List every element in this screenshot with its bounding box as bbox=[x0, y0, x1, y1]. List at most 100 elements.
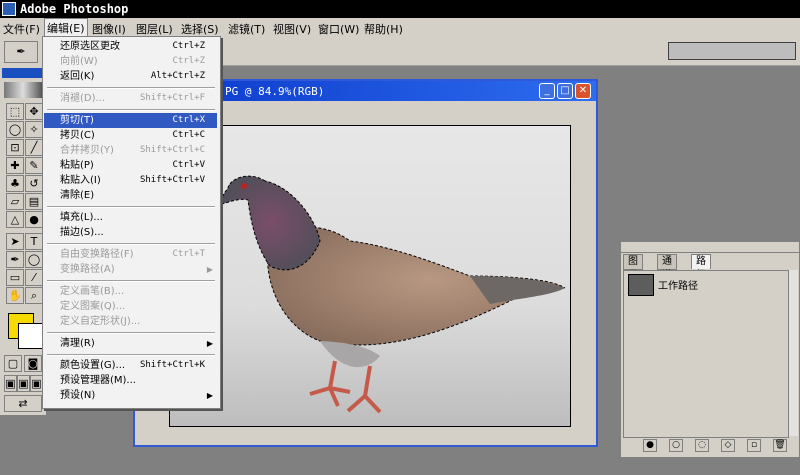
minimize-icon[interactable]: _ bbox=[539, 83, 555, 99]
dodge-tool-icon[interactable]: ● bbox=[25, 211, 43, 228]
type-tool-icon[interactable]: T bbox=[25, 233, 43, 250]
new-path-icon[interactable]: ▫ bbox=[747, 439, 761, 452]
eraser-tool-icon[interactable]: ▱ bbox=[6, 193, 24, 210]
path-row-work-path[interactable]: 工作路径 bbox=[626, 273, 786, 296]
app-title: Adobe Photoshop bbox=[20, 2, 129, 16]
marquee-tool-icon[interactable]: ⬚ bbox=[6, 103, 24, 120]
submenu-arrow-icon: ▶ bbox=[206, 339, 213, 348]
lasso-tool-icon[interactable]: ◯ bbox=[6, 121, 24, 138]
menu-item-free-transform-path[interactable]: 自由变换路径(F) Ctrl+T bbox=[44, 247, 217, 262]
menu-item-step-backward[interactable]: 返回(K) Alt+Ctrl+Z bbox=[44, 69, 217, 84]
pen-tool-icon[interactable]: ✒ bbox=[6, 251, 24, 268]
menu-item-purge[interactable]: 清理(R) ▶ bbox=[44, 336, 217, 351]
stroke-path-icon[interactable]: ○ bbox=[669, 439, 683, 452]
move-tool-icon[interactable]: ✥ bbox=[25, 103, 43, 120]
make-work-path-icon[interactable]: ◇ bbox=[721, 439, 735, 452]
menu-item-stroke[interactable]: 描边(S)... bbox=[44, 225, 217, 240]
menu-item-clear[interactable]: 清除(E) bbox=[44, 188, 217, 203]
clone-stamp-icon[interactable]: ♣ bbox=[6, 175, 24, 192]
menu-item-step-forward[interactable]: 向前(W) Ctrl+Z bbox=[44, 54, 217, 69]
toolbox-logo[interactable] bbox=[4, 82, 42, 98]
image-canvas[interactable] bbox=[169, 125, 571, 427]
menu-separator bbox=[47, 243, 215, 245]
quickmask-on-icon[interactable]: ◙ bbox=[24, 355, 42, 372]
menu-item-undo[interactable]: 还原选区更改 Ctrl+Z bbox=[44, 39, 217, 54]
screen-mode-standard-icon[interactable]: ▣ bbox=[4, 375, 17, 392]
toolbox: ⬚ ✥ ◯ ✧ ⊡ ╱ ✚ ✎ ♣ ↺ ▱ ▤ △ ● ➤ T ✒ ◯ ▭ ⁄ … bbox=[0, 65, 47, 415]
gradient-tool-icon[interactable]: ▤ bbox=[25, 193, 43, 210]
load-selection-icon[interactable]: ◌ bbox=[695, 439, 709, 452]
submenu-arrow-icon: ▶ bbox=[206, 391, 213, 400]
menu-help[interactable]: 帮助(H) bbox=[364, 21, 403, 37]
menu-filter[interactable]: 滤镜(T) bbox=[228, 21, 265, 37]
panel-scrollbar[interactable] bbox=[788, 270, 798, 436]
menu-item-paste[interactable]: 粘贴(P) Ctrl+V bbox=[44, 158, 217, 173]
document-title: PG @ 84.9%(RGB) bbox=[225, 85, 325, 98]
background-color-swatch[interactable] bbox=[18, 323, 44, 349]
menu-item-copy-merged[interactable]: 合并拷贝(Y) Shift+Ctrl+C bbox=[44, 143, 217, 158]
menu-view[interactable]: 视图(V) bbox=[273, 21, 311, 37]
menu-item-transform-path[interactable]: 变换路径(A) ▶ bbox=[44, 262, 217, 277]
history-brush-icon[interactable]: ↺ bbox=[25, 175, 43, 192]
menu-item-fill[interactable]: 填充(L)... bbox=[44, 210, 217, 225]
menu-item-color-settings[interactable]: 颜色设置(G)... Shift+Ctrl+K bbox=[44, 358, 217, 373]
tool-preset-picker[interactable]: ✒ bbox=[4, 41, 38, 63]
submenu-arrow-icon: ▶ bbox=[206, 265, 213, 274]
eyedropper-icon[interactable]: ⁄ bbox=[25, 269, 43, 286]
tab-paths[interactable]: 路径 bbox=[691, 254, 711, 281]
menu-separator bbox=[47, 332, 215, 334]
menu-select[interactable]: 选择(S) bbox=[181, 21, 219, 37]
brush-tool-icon[interactable]: ✎ bbox=[25, 157, 43, 174]
slice-tool-icon[interactable]: ╱ bbox=[25, 139, 43, 156]
photoshop-app-icon bbox=[2, 2, 16, 16]
menu-window[interactable]: 窗口(W) bbox=[318, 21, 359, 37]
tab-layers[interactable]: 图层 bbox=[623, 254, 643, 281]
magic-wand-icon[interactable]: ✧ bbox=[25, 121, 43, 138]
menu-item-preset-manager[interactable]: 预设管理器(M)... bbox=[44, 373, 217, 388]
menu-item-presets[interactable]: 预设(N) ▶ bbox=[44, 388, 217, 403]
panel-header[interactable] bbox=[621, 242, 799, 253]
jump-to-imageready-icon[interactable]: ⇄ bbox=[4, 395, 42, 412]
menu-separator bbox=[47, 354, 215, 356]
blur-tool-icon[interactable]: △ bbox=[6, 211, 24, 228]
menu-separator bbox=[47, 87, 215, 89]
menu-separator bbox=[47, 109, 215, 111]
menu-edit[interactable]: 编辑(E) bbox=[44, 18, 88, 38]
palette-well[interactable] bbox=[668, 42, 796, 60]
menu-item-paste-into[interactable]: 粘贴入(I) Shift+Ctrl+V bbox=[44, 173, 217, 188]
panel-footer: ● ○ ◌ ◇ ▫ 🗑 bbox=[623, 439, 795, 454]
close-icon[interactable]: ✕ bbox=[575, 83, 591, 99]
delete-path-icon[interactable]: 🗑 bbox=[773, 439, 787, 452]
crop-tool-icon[interactable]: ⊡ bbox=[6, 139, 24, 156]
menu-item-define-pattern[interactable]: 定义图案(Q)... bbox=[44, 299, 217, 314]
zoom-tool-icon[interactable]: ⌕ bbox=[25, 287, 43, 304]
shape-tool-icon[interactable]: ◯ bbox=[25, 251, 43, 268]
menu-item-cut[interactable]: 剪切(T) Ctrl+X bbox=[44, 113, 217, 128]
edit-dropdown-menu: 还原选区更改 Ctrl+Z 向前(W) Ctrl+Z 返回(K) Alt+Ctrl+Z… bbox=[42, 36, 221, 409]
maximize-icon[interactable]: □ bbox=[557, 83, 573, 99]
healing-brush-icon[interactable]: ✚ bbox=[6, 157, 24, 174]
menu-separator bbox=[47, 206, 215, 208]
menu-file[interactable]: 文件(F) bbox=[3, 21, 40, 37]
tab-channels[interactable]: 通道 bbox=[657, 254, 677, 281]
menu-item-copy[interactable]: 拷贝(C) Ctrl+C bbox=[44, 128, 217, 143]
quickmask-off-icon[interactable]: ▢ bbox=[4, 355, 22, 372]
menu-item-fade[interactable]: 消褪(D)... Shift+Ctrl+F bbox=[44, 91, 217, 106]
pigeon-image bbox=[220, 175, 566, 414]
menu-item-define-custom-shape[interactable]: 定义自定形状(J)... bbox=[44, 314, 217, 329]
fill-path-icon[interactable]: ● bbox=[643, 439, 657, 452]
paths-panel: 图层 通道 路径 工作路径 ● ○ ◌ ◇ ▫ 🗑 bbox=[620, 241, 800, 458]
screen-mode-full-menu-icon[interactable]: ▣ bbox=[17, 375, 30, 392]
notes-tool-icon[interactable]: ▭ bbox=[6, 269, 24, 286]
hand-tool-icon[interactable]: ✋ bbox=[6, 287, 24, 304]
app-titlebar: Adobe Photoshop bbox=[0, 0, 800, 18]
paths-list: 工作路径 bbox=[623, 270, 789, 438]
menu-separator bbox=[47, 280, 215, 282]
menu-layer[interactable]: 图层(L) bbox=[136, 21, 173, 37]
path-name: 工作路径 bbox=[658, 281, 698, 292]
menu-image[interactable]: 图像(I) bbox=[92, 21, 126, 37]
path-select-icon[interactable]: ➤ bbox=[6, 233, 24, 250]
pen-tool-icon: ✒ bbox=[16, 45, 26, 58]
menu-item-define-brush[interactable]: 定义画笔(B)... bbox=[44, 284, 217, 299]
toolbox-header[interactable] bbox=[2, 68, 42, 78]
